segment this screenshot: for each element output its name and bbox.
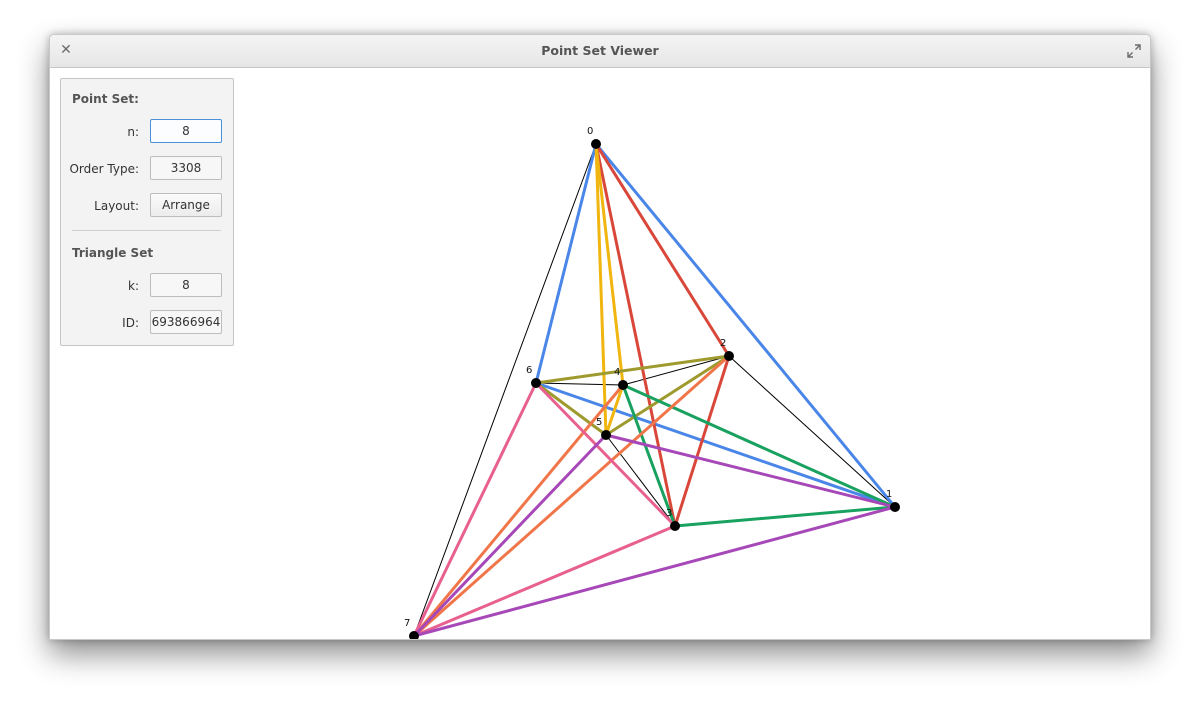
window-title: Point Set Viewer — [541, 43, 659, 58]
edge-0-3 — [594, 142, 677, 528]
graph-canvas[interactable]: 0 1 2 3 4 5 6 7 — [50, 68, 1150, 639]
point-5[interactable] — [601, 430, 611, 440]
point-4[interactable] — [618, 380, 628, 390]
edge-6-2 — [534, 354, 731, 385]
edge-3-7 — [412, 524, 677, 638]
point-1[interactable] — [890, 502, 900, 512]
edge-2-1 — [728, 355, 896, 508]
point-label-2: 2 — [720, 338, 726, 349]
edge-6-4 — [535, 382, 624, 386]
maximize-icon[interactable] — [1126, 43, 1142, 59]
point-set-graph[interactable]: 0 1 2 3 4 5 6 7 — [50, 68, 1150, 639]
point-label-6: 6 — [526, 365, 532, 376]
point-label-7: 7 — [404, 618, 410, 629]
point-label-3: 3 — [666, 508, 672, 519]
point-label-4: 4 — [614, 367, 620, 378]
point-2[interactable] — [724, 351, 734, 361]
edge-0-7 — [413, 143, 597, 637]
point-label-1: 1 — [886, 489, 892, 500]
edge-5-1 — [604, 433, 897, 509]
edge-0-1 — [594, 142, 897, 509]
titlebar: ✕ Point Set Viewer — [50, 35, 1150, 68]
edge-5-7 — [412, 433, 608, 638]
point-0[interactable] — [591, 139, 601, 149]
edge-0-6 — [534, 142, 598, 385]
point-label-5: 5 — [596, 417, 602, 428]
point-label-0: 0 — [587, 126, 593, 137]
edge-4-1 — [621, 383, 897, 509]
point-6[interactable] — [531, 378, 541, 388]
app-window: ✕ Point Set Viewer Point Set: n: 8 Order… — [49, 34, 1151, 640]
point-3[interactable] — [670, 521, 680, 531]
